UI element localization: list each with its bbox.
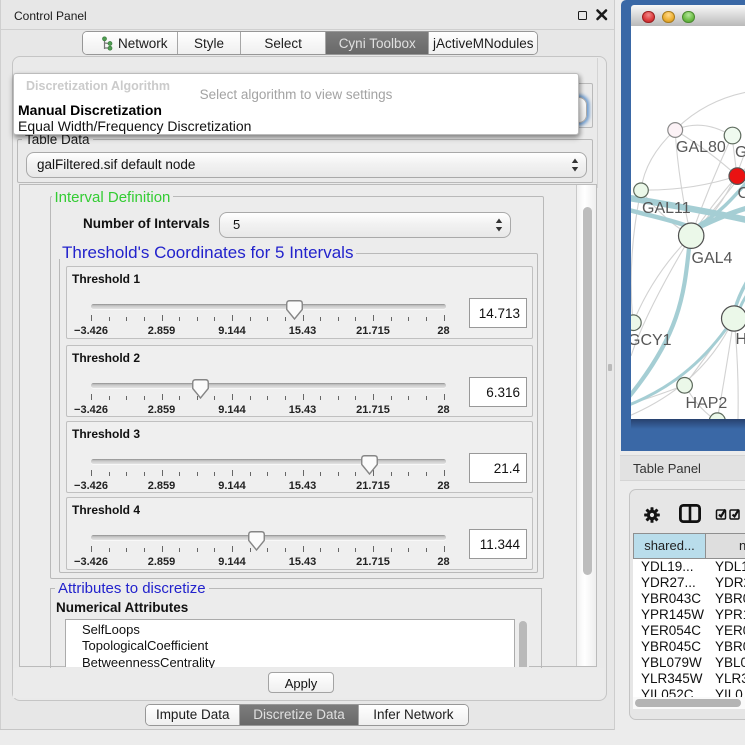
svg-text:GAL11: GAL11 — [642, 200, 691, 217]
svg-text:GAL4: GAL4 — [692, 250, 733, 267]
svg-text:GA: GA — [735, 144, 745, 161]
svg-text:CY: CY — [738, 185, 745, 202]
svg-text:GAL80: GAL80 — [676, 139, 726, 156]
svg-text:HAP2: HAP2 — [686, 395, 728, 412]
svg-text:HA: HA — [736, 331, 745, 348]
svg-text:GCY1: GCY1 — [631, 332, 672, 349]
